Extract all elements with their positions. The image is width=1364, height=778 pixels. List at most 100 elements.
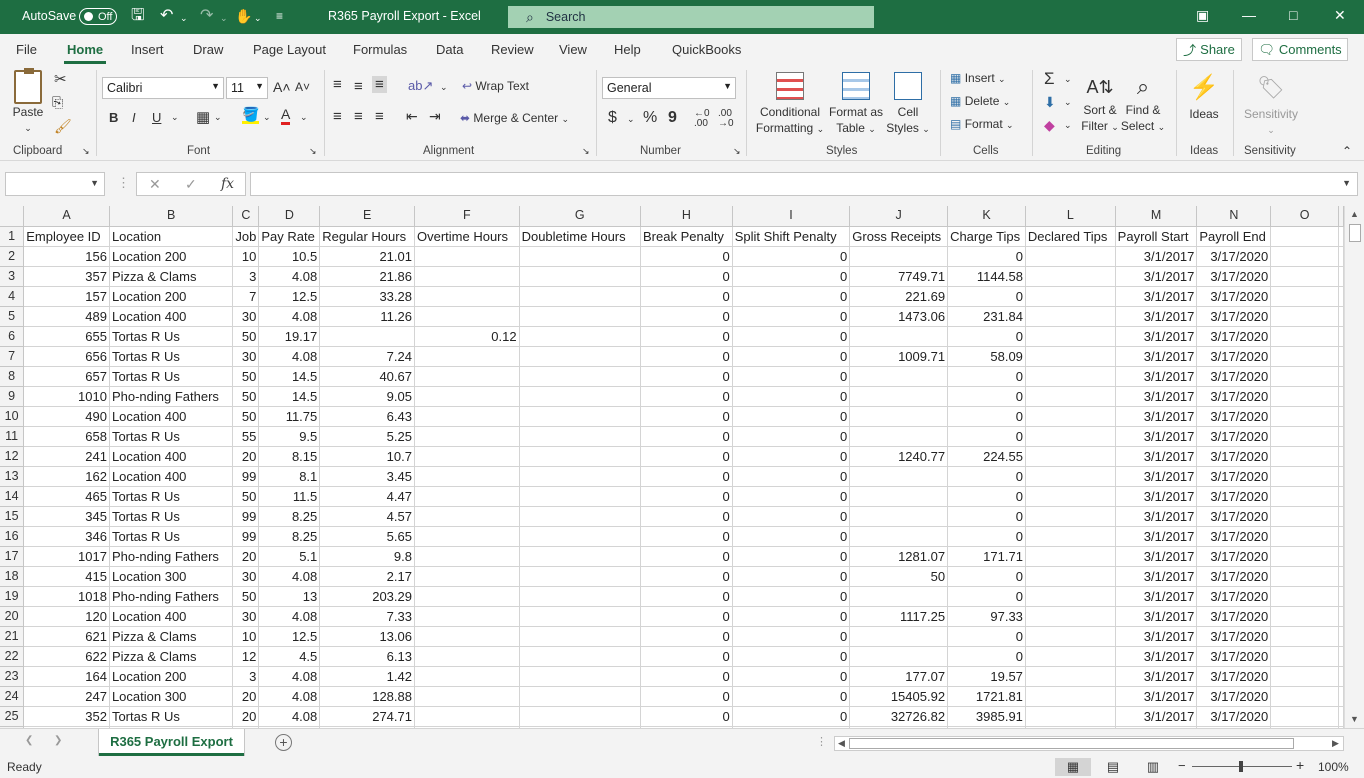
- increase-indent-icon[interactable]: ⇥: [429, 108, 441, 125]
- cell-j7[interactable]: 1009.71: [849, 346, 949, 367]
- cell-o25[interactable]: [1270, 706, 1339, 727]
- cell-b12[interactable]: Location 400: [109, 446, 234, 467]
- cell-n9[interactable]: 3/17/2020: [1196, 386, 1272, 407]
- cell-o12[interactable]: [1270, 446, 1339, 467]
- cell-n13[interactable]: 3/17/2020: [1196, 466, 1272, 487]
- cell-g17[interactable]: [519, 546, 642, 567]
- cell-n17[interactable]: 3/17/2020: [1196, 546, 1272, 567]
- cell-n11[interactable]: 3/17/2020: [1196, 426, 1272, 447]
- cell-h16[interactable]: 0: [640, 526, 733, 547]
- cell-m7[interactable]: 3/1/2017: [1115, 346, 1198, 367]
- cell-c20[interactable]: 30: [232, 606, 260, 627]
- cell-k13[interactable]: 0: [947, 466, 1026, 487]
- scroll-up-icon[interactable]: ▲: [1350, 209, 1359, 219]
- cell-g3[interactable]: [519, 266, 642, 287]
- cell-h21[interactable]: 0: [640, 626, 733, 647]
- cell-e17[interactable]: 9.8: [319, 546, 415, 567]
- cell-f6[interactable]: 0.12: [414, 326, 520, 347]
- cell-f22[interactable]: [414, 646, 520, 667]
- cell-n20[interactable]: 3/17/2020: [1196, 606, 1272, 627]
- vertical-scrollbar[interactable]: ▲ ▼: [1344, 206, 1364, 728]
- chevron-down-icon[interactable]: ⌄: [1064, 120, 1072, 131]
- cell-n4[interactable]: 3/17/2020: [1196, 286, 1272, 307]
- cell-j13[interactable]: [849, 466, 949, 487]
- column-header-m[interactable]: M: [1115, 206, 1198, 227]
- cell-d3[interactable]: 4.08: [258, 266, 321, 287]
- cell-o10[interactable]: [1270, 406, 1339, 427]
- cell-g13[interactable]: [519, 466, 642, 487]
- menu-file[interactable]: File: [16, 42, 37, 57]
- cell-n8[interactable]: 3/17/2020: [1196, 366, 1272, 387]
- cell-overflow[interactable]: [1338, 606, 1344, 627]
- cell-j4[interactable]: 221.69: [849, 286, 949, 307]
- cell-n7[interactable]: 3/17/2020: [1196, 346, 1272, 367]
- cell-overflow[interactable]: [1338, 366, 1344, 387]
- cell-a19[interactable]: 1018: [23, 586, 110, 607]
- cell-m1[interactable]: Payroll Start: [1115, 226, 1198, 247]
- cell-k20[interactable]: 97.33: [947, 606, 1026, 627]
- cell-f23[interactable]: [414, 666, 520, 687]
- cell-i24[interactable]: 0: [732, 686, 851, 707]
- sort-filter-button[interactable]: A⇅ Sort & Filter ⌄: [1078, 72, 1122, 135]
- row-header[interactable]: 8: [0, 366, 25, 387]
- cell-o13[interactable]: [1270, 466, 1339, 487]
- cell-n25[interactable]: 3/17/2020: [1196, 706, 1272, 727]
- cell-c12[interactable]: 20: [232, 446, 260, 467]
- cell-n22[interactable]: 3/17/2020: [1196, 646, 1272, 667]
- cell-j1[interactable]: Gross Receipts: [849, 226, 949, 247]
- cell-g9[interactable]: [519, 386, 642, 407]
- cell-f8[interactable]: [414, 366, 520, 387]
- cell-h4[interactable]: 0: [640, 286, 733, 307]
- cell-f21[interactable]: [414, 626, 520, 647]
- cell-e5[interactable]: 11.26: [319, 306, 415, 327]
- cell-g5[interactable]: [519, 306, 642, 327]
- cell-n19[interactable]: 3/17/2020: [1196, 586, 1272, 607]
- cell-g23[interactable]: [519, 666, 642, 687]
- cell-overflow[interactable]: [1338, 446, 1344, 467]
- cell-f13[interactable]: [414, 466, 520, 487]
- cell-l10[interactable]: [1025, 406, 1116, 427]
- menu-formulas[interactable]: Formulas: [353, 42, 407, 57]
- cell-o14[interactable]: [1270, 486, 1339, 507]
- row-header[interactable]: 22: [0, 646, 25, 667]
- format-as-table-button[interactable]: Format as Table ⌄: [826, 72, 886, 137]
- menu-quickbooks[interactable]: QuickBooks: [672, 42, 741, 57]
- cell-n16[interactable]: 3/17/2020: [1196, 526, 1272, 547]
- cell-e21[interactable]: 13.06: [319, 626, 415, 647]
- cell-m10[interactable]: 3/1/2017: [1115, 406, 1198, 427]
- cell-o2[interactable]: [1270, 246, 1339, 267]
- cell-overflow[interactable]: [1338, 426, 1344, 447]
- cell-o11[interactable]: [1270, 426, 1339, 447]
- cell-k17[interactable]: 171.71: [947, 546, 1026, 567]
- cell-i12[interactable]: 0: [732, 446, 851, 467]
- cell-d12[interactable]: 8.15: [258, 446, 321, 467]
- cell-m8[interactable]: 3/1/2017: [1115, 366, 1198, 387]
- menu-page-layout[interactable]: Page Layout: [253, 42, 326, 57]
- cell-m4[interactable]: 3/1/2017: [1115, 286, 1198, 307]
- cell-overflow[interactable]: [1338, 546, 1344, 567]
- cell-l19[interactable]: [1025, 586, 1116, 607]
- prev-sheet-icon[interactable]: ❮: [25, 735, 33, 746]
- cell-l7[interactable]: [1025, 346, 1116, 367]
- row-header[interactable]: 3: [0, 266, 25, 287]
- cell-l16[interactable]: [1025, 526, 1116, 547]
- copy-icon[interactable]: ⎘: [52, 94, 63, 111]
- cell-h18[interactable]: 0: [640, 566, 733, 587]
- row-header[interactable]: 11: [0, 426, 25, 447]
- cell-b14[interactable]: Tortas R Us: [109, 486, 234, 507]
- cell-a11[interactable]: 658: [23, 426, 110, 447]
- cell-h13[interactable]: 0: [640, 466, 733, 487]
- cell-i17[interactable]: 0: [732, 546, 851, 567]
- formula-bar-handle-icon[interactable]: ⋮: [117, 175, 130, 191]
- cell-h2[interactable]: 0: [640, 246, 733, 267]
- cell-overflow[interactable]: [1338, 386, 1344, 407]
- enter-icon[interactable]: ✓: [185, 176, 197, 193]
- cell-a24[interactable]: 247: [23, 686, 110, 707]
- cell-d24[interactable]: 4.08: [258, 686, 321, 707]
- fill-icon[interactable]: ⬇: [1044, 94, 1056, 111]
- cell-j24[interactable]: 15405.92: [849, 686, 949, 707]
- cell-f3[interactable]: [414, 266, 520, 287]
- cell-overflow[interactable]: [1338, 246, 1344, 267]
- cell-e11[interactable]: 5.25: [319, 426, 415, 447]
- row-header[interactable]: 2: [0, 246, 25, 267]
